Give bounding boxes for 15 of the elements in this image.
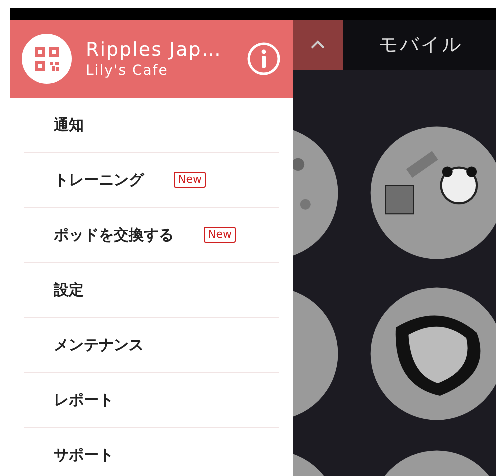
- qr-code-icon: [22, 34, 72, 84]
- menu-item[interactable]: メンテナンス: [24, 318, 279, 373]
- new-badge: New: [174, 172, 206, 188]
- chevron-up-icon: [310, 40, 326, 50]
- info-icon[interactable]: [247, 42, 281, 76]
- header-title: モバイル: [379, 33, 463, 58]
- menu-item[interactable]: ポッドを交換する New: [24, 208, 279, 263]
- menu-item[interactable]: 通知: [24, 98, 279, 153]
- menu-item[interactable]: トレーニング New: [24, 153, 279, 208]
- cafe-name: Lily's Cafe: [86, 63, 170, 79]
- menu-item[interactable]: 設定: [24, 263, 279, 318]
- menu-item[interactable]: サポート: [24, 428, 279, 476]
- store-name: Ripples Jap…: [86, 39, 223, 61]
- menu-item[interactable]: レポート: [24, 373, 279, 428]
- new-badge: New: [204, 227, 236, 243]
